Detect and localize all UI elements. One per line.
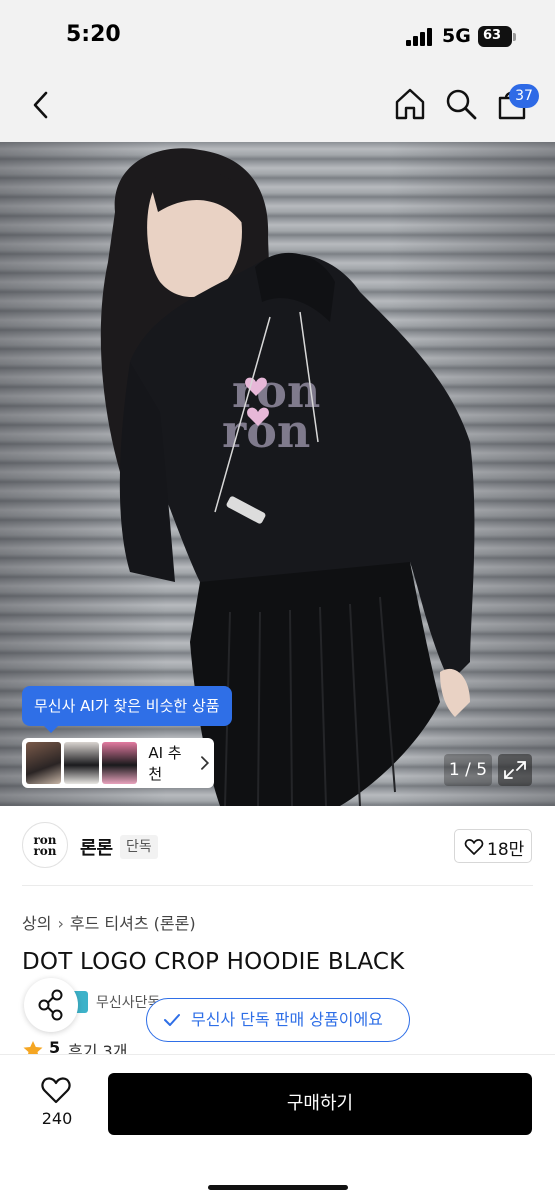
status-time: 5:20 (66, 22, 121, 47)
ai-thumb-3 (102, 742, 138, 784)
brand-name[interactable]: 론론 (80, 834, 113, 860)
search-icon[interactable] (444, 86, 478, 122)
breadcrumb-separator: › (57, 914, 64, 933)
brand-logo-text: ron ron (33, 833, 57, 858)
ai-recommend-card[interactable]: AI 추천 (22, 738, 214, 788)
battery-level: 63 (482, 28, 502, 43)
exclusive-notice-text: 무신사 단독 판매 상품이에요 (191, 1010, 383, 1029)
chevron-right-icon (201, 756, 210, 770)
ai-similar-tooltip[interactable]: 무신사 AI가 찾은 비슷한 상품 (22, 686, 232, 733)
home-indicator (208, 1185, 348, 1190)
back-icon[interactable] (28, 88, 54, 122)
image-counter: 1 / 5 (444, 754, 492, 786)
cart-count-badge: 37 (509, 84, 539, 108)
ai-thumb-1 (26, 742, 62, 784)
wish-count: 240 (41, 1109, 73, 1128)
divider (22, 885, 533, 886)
exclusive-badge: 단독 (120, 835, 158, 859)
heart-icon (464, 839, 484, 855)
breadcrumb: 상의 › 후드 티셔츠 (론론) (22, 910, 196, 934)
top-nav (0, 70, 555, 142)
home-icon[interactable] (392, 86, 428, 122)
ai-recommend-label: AI 추천 (148, 744, 182, 783)
buy-button[interactable]: 구매하기 (108, 1073, 532, 1135)
brand-like-button[interactable]: 18만 (454, 829, 532, 863)
battery-tip (513, 33, 516, 41)
check-icon (164, 1014, 180, 1026)
battery-icon: 63 (478, 26, 512, 47)
breadcrumb-category[interactable]: 상의 (22, 914, 51, 933)
network-label: 5G (442, 25, 471, 47)
heart-icon[interactable] (40, 1075, 72, 1105)
breadcrumb-subcategory[interactable]: 후드 티셔츠 (론론) (70, 914, 196, 933)
share-icon (38, 989, 63, 1021)
share-button[interactable] (24, 978, 78, 1032)
bottom-action-bar: 240 구매하기 (0, 1054, 555, 1200)
brand-like-count: 18만 (487, 840, 525, 860)
product-title: DOT LOGO CROP HOODIE BLACK (22, 949, 405, 975)
brand-logo[interactable]: ron ron (22, 822, 68, 868)
signal-icon (406, 28, 434, 46)
expand-icon[interactable] (498, 754, 532, 786)
status-bar: 5:20 5G 63 (0, 0, 555, 70)
exclusive-notice-pill[interactable]: 무신사 단독 판매 상품이에요 (146, 998, 410, 1042)
ai-thumb-2 (64, 742, 100, 784)
